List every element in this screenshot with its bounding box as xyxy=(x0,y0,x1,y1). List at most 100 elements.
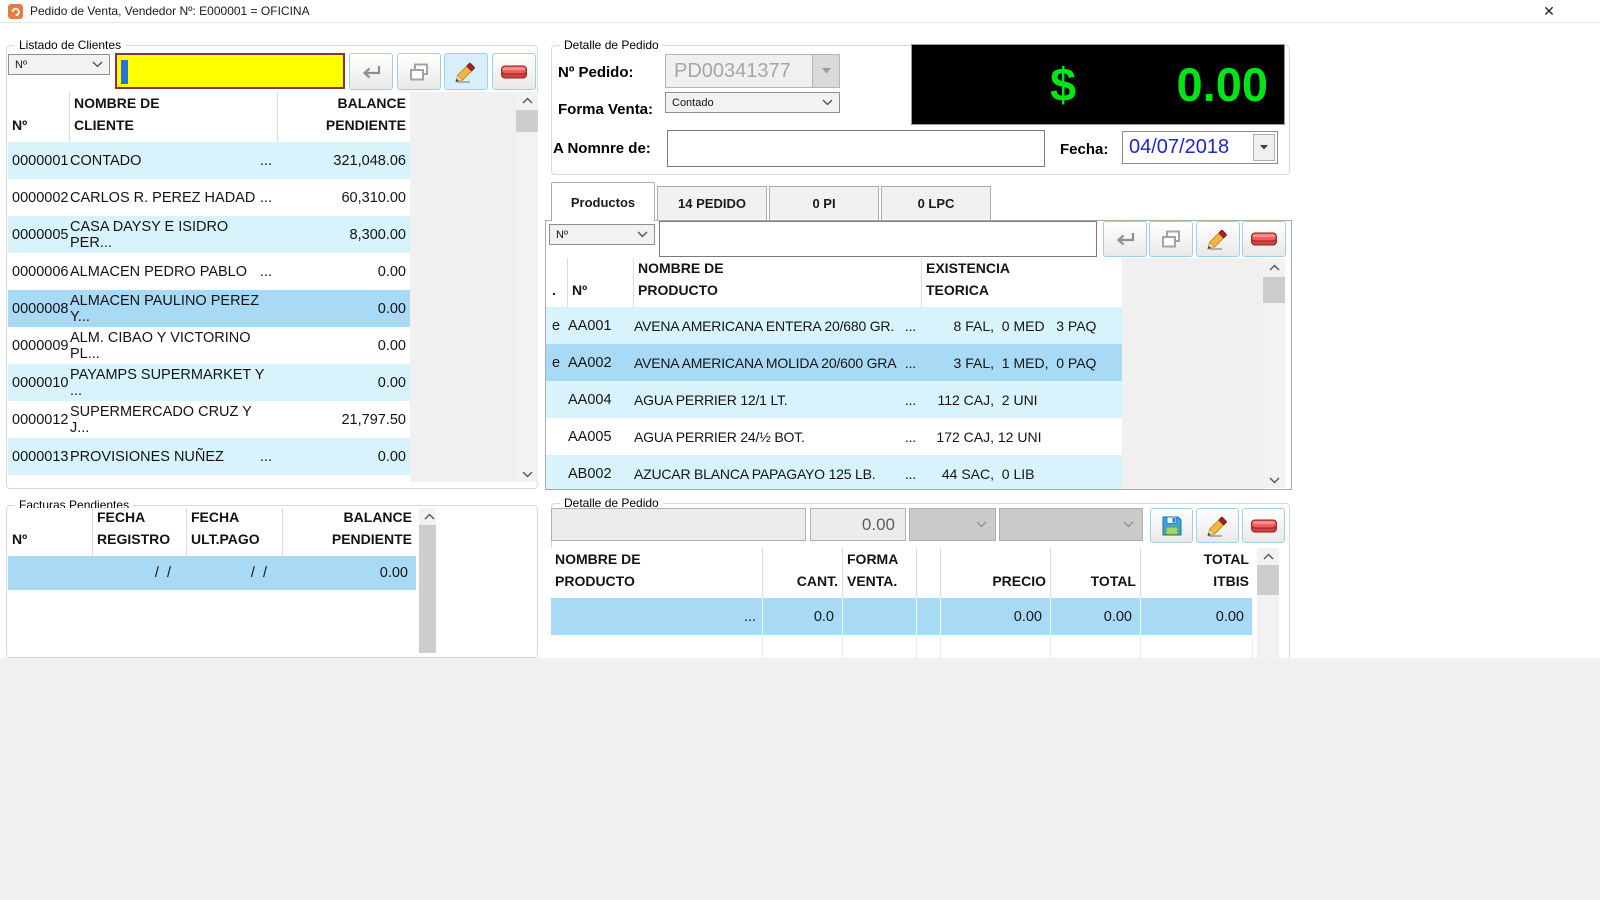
product-row[interactable]: AA004 AGUA PERRIER 12/1 LT.... 112 CAJ, … xyxy=(546,381,1122,418)
tab-pi[interactable]: 0 PI xyxy=(769,186,879,220)
chevron-down-icon xyxy=(822,99,833,106)
ellipsis: ... xyxy=(744,609,762,625)
factura-row-selected[interactable]: / / / / 0.00 xyxy=(8,556,416,590)
productos-table: . Nº NOMBRE DEPRODUCTO EXISTENCIATEORICA… xyxy=(546,258,1285,489)
stock-rest: 12 UNI xyxy=(994,429,1041,445)
client-delete-button[interactable] xyxy=(492,53,536,90)
app-icon xyxy=(8,4,23,19)
tab-lpc[interactable]: 0 LPC xyxy=(881,186,991,220)
num-pedido-combo[interactable]: PD00341377 xyxy=(665,54,840,88)
product-stock: 3 FAL, 1 MED, 0 PAQ xyxy=(922,355,1122,371)
client-name: PAYAMPS SUPERMARKET Y ... xyxy=(70,367,272,399)
detalle-precio-select[interactable] xyxy=(999,508,1143,541)
col-header-spacer xyxy=(917,548,941,598)
client-number: 0000009 xyxy=(8,338,70,354)
client-search-input[interactable] xyxy=(115,53,345,89)
product-name: AGUA PERRIER 24/½ BOT. xyxy=(634,429,805,445)
detalle-table: NOMBRE DEPRODUCTO CANT. FORMAVENTA. PREC… xyxy=(551,548,1285,658)
client-edit-button[interactable] xyxy=(444,53,488,90)
stock-qty: 44 SAC, xyxy=(922,466,994,482)
scroll-up-button[interactable] xyxy=(1257,548,1279,564)
detalle-spacer xyxy=(917,598,941,635)
clientes-scrollbar[interactable] xyxy=(516,92,538,482)
product-code: AA005 xyxy=(568,429,634,445)
product-name: AVENA AMERICANA MOLIDA 20/600 GRA xyxy=(634,355,896,371)
col-header-precio: PRECIO xyxy=(941,548,1051,598)
forma-venta-select[interactable]: Contado xyxy=(665,92,840,113)
product-row[interactable]: e AA001 AVENA AMERICANA ENTERA 20/680 GR… xyxy=(546,307,1122,344)
scroll-up-button[interactable] xyxy=(419,508,436,524)
detalle-delete-button[interactable] xyxy=(1242,508,1285,543)
scroll-thumb[interactable] xyxy=(1263,277,1285,303)
client-balance: 0.00 xyxy=(278,264,410,280)
scroll-up-button[interactable] xyxy=(516,92,538,108)
facturas-scrollbar[interactable] xyxy=(419,508,436,653)
a-nombre-input[interactable] xyxy=(667,130,1045,167)
client-balance: 0.00 xyxy=(278,338,410,354)
detalle-total: 0.00 xyxy=(1051,598,1141,635)
detalle-save-button[interactable] xyxy=(1150,508,1193,543)
detalle-row-selected[interactable]: ... 0.0 0.00 0.00 0.00 xyxy=(551,598,1253,635)
client-row[interactable]: 0000013 PROVISIONES NUÑEZ... 0.00 xyxy=(8,438,410,475)
client-name: CARLOS R. PEREZ HADAD xyxy=(70,190,255,206)
fecha-label: Fecha: xyxy=(1060,141,1108,158)
eraser-icon xyxy=(1250,231,1278,247)
client-filter-select[interactable]: Nº xyxy=(8,54,110,75)
detalle-edit-button[interactable] xyxy=(1196,508,1239,543)
producto-enter-button[interactable] xyxy=(1103,221,1147,257)
scroll-thumb[interactable] xyxy=(516,110,538,132)
client-row-selected[interactable]: 0000008 ALMACEN PAULINO PEREZ Y... 0.00 xyxy=(8,290,410,327)
product-stock: 44 SAC, 0 LIB xyxy=(922,466,1122,482)
client-row[interactable]: 0000010 PAYAMPS SUPERMARKET Y ... 0.00 xyxy=(8,364,410,401)
tab-label: Productos xyxy=(571,195,635,210)
detalle-scrollbar[interactable] xyxy=(1257,548,1279,658)
detalle-itbis: 0.00 xyxy=(1141,598,1253,635)
stock-rest: 1 MED, 0 PAQ xyxy=(994,355,1096,371)
scroll-down-button[interactable] xyxy=(1263,472,1285,488)
scroll-thumb[interactable] xyxy=(419,525,436,653)
detalle-producto-input[interactable] xyxy=(551,508,806,541)
client-balance: 321,048.06 xyxy=(278,153,410,169)
enter-icon xyxy=(1113,230,1137,248)
client-row[interactable]: 0000006 ALMACEN PEDRO PABLO... 0.00 xyxy=(8,253,410,290)
tab-label: 14 PEDIDO xyxy=(678,196,746,211)
facturas-table-header: Nº FECHAREGISTRO FECHAULT.PAGO BALANCEPE… xyxy=(8,508,416,556)
client-enter-button[interactable] xyxy=(349,53,393,90)
client-row[interactable]: 0000001 CONTADO... 321,048.06 xyxy=(8,142,410,179)
product-row-selected[interactable]: e AA002 AVENA AMERICANA MOLIDA 20/600 GR… xyxy=(546,344,1122,381)
copy-pages-icon xyxy=(408,62,430,82)
product-row[interactable]: AB002 AZUCAR BLANCA PAPAGAYO 125 LB.... … xyxy=(546,455,1122,489)
client-row[interactable]: 0000005 CASA DAYSY E ISIDRO PER... 8,300… xyxy=(8,216,410,253)
scroll-down-button[interactable] xyxy=(516,466,538,482)
ellipsis: ... xyxy=(260,190,278,206)
chevron-down-icon xyxy=(1123,521,1134,528)
product-row[interactable]: AA005 AGUA PERRIER 24/½ BOT.... 172 CAJ,… xyxy=(546,418,1122,455)
fecha-combo[interactable]: 04/07/2018 xyxy=(1122,131,1278,164)
client-row[interactable]: 0000002 CARLOS R. PEREZ HADAD... 60,310.… xyxy=(8,179,410,216)
client-row[interactable]: 0000009 ALM. CIBAO Y VICTORINO PL... 0.0… xyxy=(8,327,410,364)
producto-delete-button[interactable] xyxy=(1242,221,1286,257)
client-print-button[interactable] xyxy=(397,53,441,90)
producto-edit-button[interactable] xyxy=(1196,221,1240,257)
col-header-existencia: EXISTENCIATEORICA xyxy=(922,258,1122,307)
tab-productos[interactable]: Productos xyxy=(551,182,655,221)
tab-label: 0 PI xyxy=(812,196,835,211)
productos-scrollbar[interactable] xyxy=(1263,259,1285,488)
client-number: 0000012 xyxy=(8,412,70,428)
detalle-cantidad-input[interactable]: 0.00 xyxy=(810,508,906,541)
cantidad-value: 0.00 xyxy=(862,515,895,535)
scroll-thumb[interactable] xyxy=(1257,565,1279,595)
scroll-up-button[interactable] xyxy=(1263,259,1285,275)
client-row[interactable]: 0000012 SUPERMERCADO CRUZ Y J... 21,797.… xyxy=(8,401,410,438)
dropdown-button[interactable] xyxy=(1253,134,1275,161)
detalle-forma-select[interactable] xyxy=(909,508,996,541)
producto-print-button[interactable] xyxy=(1149,221,1193,257)
product-name: AZUCAR BLANCA PAPAGAYO 125 LB. xyxy=(634,466,875,482)
producto-filter-select[interactable]: Nº xyxy=(549,224,655,245)
dropdown-button[interactable] xyxy=(812,55,839,87)
producto-search-input[interactable] xyxy=(659,221,1097,257)
tab-pedido[interactable]: 14 PEDIDO xyxy=(657,186,767,220)
close-button[interactable]: ✕ xyxy=(1538,2,1560,21)
client-name: ALMACEN PAULINO PEREZ Y... xyxy=(70,293,272,325)
col-header-total: TOTAL xyxy=(1051,548,1141,598)
